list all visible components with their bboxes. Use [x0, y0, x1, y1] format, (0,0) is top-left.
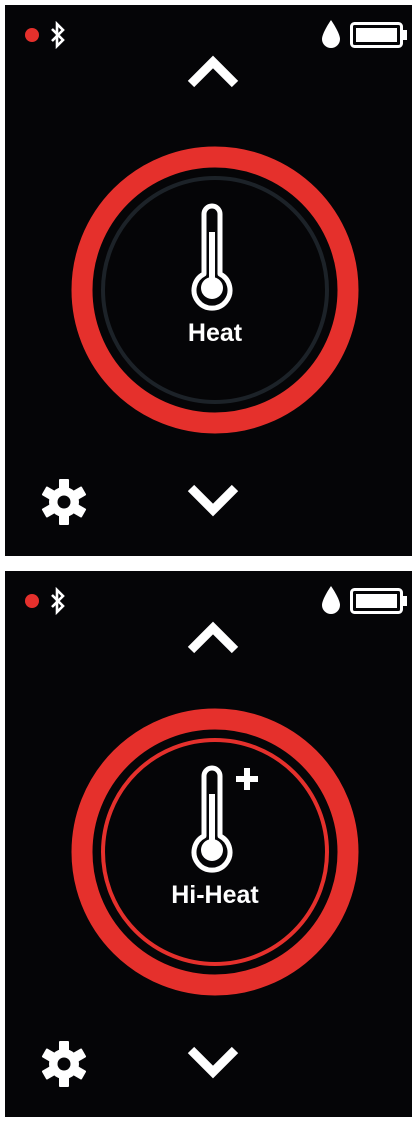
arrow-down-button[interactable]	[185, 1045, 241, 1079]
battery-icon	[350, 22, 407, 48]
water-drop-icon	[322, 586, 340, 614]
thermometer-plus-icon	[191, 765, 258, 873]
gear-icon[interactable]	[39, 477, 89, 527]
water-drop-icon	[322, 20, 340, 48]
device-screen-hi-heat: Hi-Heat	[5, 571, 412, 1117]
battery-icon	[350, 588, 407, 614]
mode-label: Hi-Heat	[171, 881, 259, 909]
status-dot	[25, 28, 39, 42]
mode-label: Heat	[187, 319, 243, 347]
bluetooth-icon	[51, 21, 65, 49]
status-dot	[25, 594, 39, 608]
arrow-down-button[interactable]	[185, 483, 241, 517]
device-screen-heat: Heat	[5, 5, 412, 556]
arrow-up-button[interactable]	[185, 621, 241, 655]
gear-icon[interactable]	[39, 1039, 89, 1089]
arrow-up-button[interactable]	[185, 55, 241, 89]
bluetooth-icon	[51, 587, 65, 615]
thermometer-icon	[191, 203, 233, 311]
